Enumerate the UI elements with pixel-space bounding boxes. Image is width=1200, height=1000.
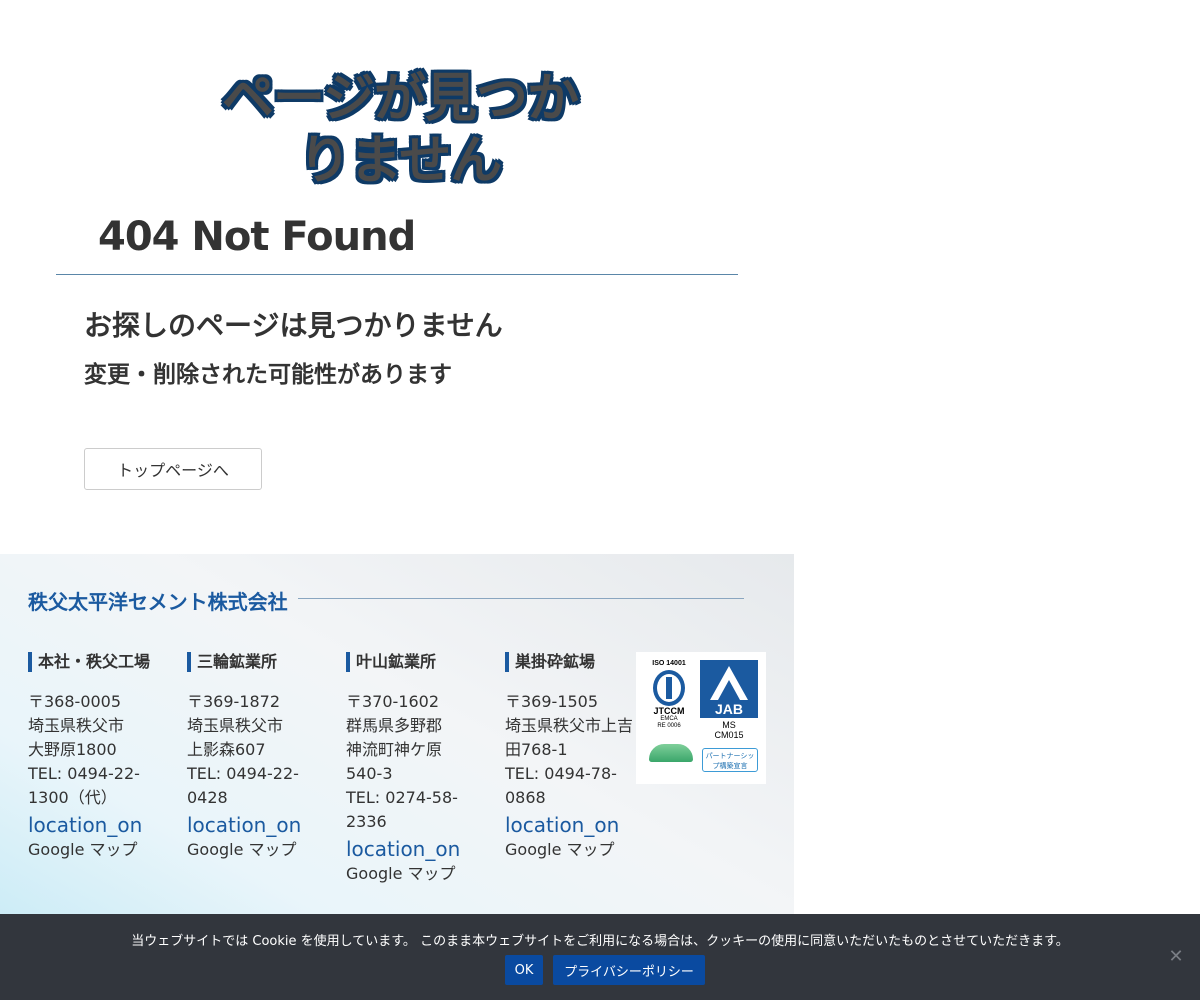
jtccm-iso-logo: ISO 14001 JTCCM EMCA RE 0006 bbox=[646, 660, 692, 736]
office-address-line: 群馬県多野郡 bbox=[346, 716, 443, 735]
office-tel: TEL: 0494-22-1300（代） bbox=[28, 764, 140, 807]
iso-label: ISO 14001 bbox=[652, 660, 686, 667]
office-name: 三輪鉱業所 bbox=[187, 652, 317, 672]
page-heading: お探しのページは見つかりません bbox=[84, 309, 503, 342]
not-found-heading: 404 Not Found bbox=[98, 214, 416, 260]
google-map-link[interactable]: Google マップ bbox=[346, 862, 476, 886]
office-tel: TEL: 0274-58-2336 bbox=[346, 788, 458, 831]
partnership-declaration-logo: パートナーシップ構築宣言 bbox=[702, 748, 758, 772]
location-icon[interactable]: location_on bbox=[505, 812, 635, 838]
office-tel: TEL: 0494-78-0868 bbox=[505, 764, 617, 807]
re-label: RE 0006 bbox=[657, 723, 681, 729]
company-name: 秩父太平洋セメント株式会社 bbox=[28, 590, 288, 614]
office-postal: 〒370-1602 bbox=[346, 692, 440, 711]
privacy-policy-button[interactable]: プライバシーポリシー bbox=[553, 955, 705, 985]
divider bbox=[56, 274, 738, 275]
jab-label: JAB bbox=[715, 701, 743, 717]
google-map-link[interactable]: Google マップ bbox=[28, 838, 158, 862]
office-address-line: 上影森607 bbox=[187, 740, 266, 759]
office-name: 巣掛砕鉱場 bbox=[505, 652, 635, 672]
jab-mark-icon: JAB bbox=[710, 666, 748, 717]
jab-logo: JAB bbox=[700, 660, 758, 718]
leaf-icon bbox=[649, 744, 693, 762]
page-subheading: 変更・削除された可能性があります bbox=[84, 362, 452, 388]
google-map-link[interactable]: Google マップ bbox=[187, 838, 317, 862]
hero-title: ページが見つかりません bbox=[222, 69, 579, 191]
office-name: 叶山鉱業所 bbox=[346, 652, 476, 672]
cm-label: CM015 bbox=[714, 730, 744, 740]
jtccm-mark-icon bbox=[653, 670, 685, 706]
office-address-line: 540-3 bbox=[346, 764, 393, 783]
office-postal: 〒369-1872 bbox=[187, 692, 281, 711]
cookie-message: 当ウェブサイトでは Cookie を使用しています。 このまま本ウェブサイトをご… bbox=[131, 934, 1069, 949]
ms-label: MS bbox=[722, 720, 736, 730]
office-address-line: 神流町神ケ原 bbox=[346, 740, 443, 759]
top-page-button[interactable]: トップページへ bbox=[84, 448, 262, 490]
close-icon[interactable]: ✕ bbox=[1166, 947, 1186, 967]
office-address-line: 埼玉県秩父市 bbox=[28, 716, 125, 735]
jtccm-label: JTCCM bbox=[653, 706, 685, 716]
office-tel: TEL: 0494-22-0428 bbox=[187, 764, 299, 807]
health-management-logo bbox=[646, 744, 696, 776]
jab-ms-label: MS CM015 bbox=[700, 720, 758, 740]
cookie-ok-button[interactable]: OK bbox=[505, 955, 543, 985]
location-icon[interactable]: location_on bbox=[346, 836, 476, 862]
certification-logos: ISO 14001 JTCCM EMCA RE 0006 JAB MS CM01… bbox=[636, 652, 766, 784]
google-map-link[interactable]: Google マップ bbox=[505, 838, 635, 862]
office-column-sugake: 巣掛砕鉱場 〒369-1505 埼玉県秩父市上吉田768-1 TEL: 0494… bbox=[505, 652, 635, 862]
office-address-line: 埼玉県秩父市上吉田768-1 bbox=[505, 716, 634, 759]
office-address-line: 埼玉県秩父市 bbox=[187, 716, 284, 735]
office-postal: 〒369-1505 bbox=[505, 692, 599, 711]
company-divider bbox=[298, 598, 744, 599]
location-icon[interactable]: location_on bbox=[187, 812, 317, 838]
office-postal: 〒368-0005 bbox=[28, 692, 122, 711]
office-name: 本社・秩父工場 bbox=[28, 652, 158, 672]
emca-label: EMCA bbox=[660, 716, 678, 722]
office-column-honsha: 本社・秩父工場 〒368-0005 埼玉県秩父市 大野原1800 TEL: 04… bbox=[28, 652, 158, 862]
location-icon[interactable]: location_on bbox=[28, 812, 158, 838]
cookie-banner: 当ウェブサイトでは Cookie を使用しています。 このまま本ウェブサイトをご… bbox=[0, 914, 1200, 1000]
office-column-kanoyama: 叶山鉱業所 〒370-1602 群馬県多野郡 神流町神ケ原 540-3 TEL:… bbox=[346, 652, 476, 886]
office-address-line: 大野原1800 bbox=[28, 740, 117, 759]
office-column-miwa: 三輪鉱業所 〒369-1872 埼玉県秩父市 上影森607 TEL: 0494-… bbox=[187, 652, 317, 862]
